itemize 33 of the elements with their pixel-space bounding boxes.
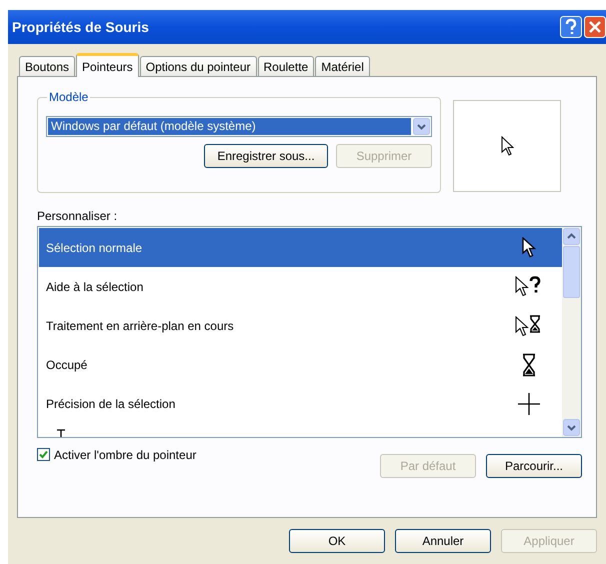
window-title: Propriétés de Souris — [12, 19, 150, 35]
dialog-button[interactable]: Annuler — [395, 529, 491, 553]
tab[interactable]: Roulette — [258, 56, 314, 76]
cursor-list-item[interactable]: Sélection normale — [39, 228, 562, 267]
cursor-list-item[interactable]: Précision de la sélection — [39, 384, 562, 423]
checkbox-label: Activer l'ombre du pointeur — [54, 448, 196, 462]
dialog-button[interactable]: OK — [289, 529, 385, 553]
scheme-dropdown[interactable]: Windows par défaut (modèle système) — [46, 116, 432, 137]
tab[interactable]: Pointeurs — [76, 53, 139, 77]
scheme-button[interactable]: Enregistrer sous... — [204, 144, 328, 168]
cursor-list-item[interactable]: Traitement en arrière-plan en cours — [39, 306, 562, 345]
shadow-checkbox[interactable]: Activer l'ombre du pointeur — [37, 448, 196, 478]
arrow-cursor-icon — [522, 237, 536, 258]
arrow-hourglass-cursor-icon — [515, 314, 543, 338]
tab[interactable]: Matériel — [315, 56, 370, 76]
scroll-down-icon[interactable] — [563, 419, 580, 436]
scroll-up-icon[interactable] — [563, 228, 580, 245]
close-icon[interactable] — [584, 16, 606, 38]
tab[interactable]: Boutons — [19, 56, 76, 76]
crosshair-cursor-icon — [518, 392, 540, 414]
scrollbar[interactable] — [562, 227, 581, 437]
cursor-list-item[interactable]: Occupé — [39, 345, 562, 384]
hourglass-cursor-icon — [522, 352, 536, 376]
cursor-list-item[interactable]: Aide à la sélection — [39, 267, 562, 306]
arrow-cursor-icon — [500, 136, 514, 156]
group-legend: Modèle — [47, 90, 90, 104]
help-cursor-icon — [515, 276, 543, 297]
scroll-thumb[interactable] — [563, 246, 580, 298]
list-label: Personnaliser : — [37, 209, 118, 223]
tab[interactable]: Options du pointeur — [140, 56, 256, 76]
list-button[interactable]: Parcourir... — [486, 454, 582, 478]
checkbox[interactable] — [37, 448, 50, 461]
help-icon[interactable] — [560, 16, 582, 38]
